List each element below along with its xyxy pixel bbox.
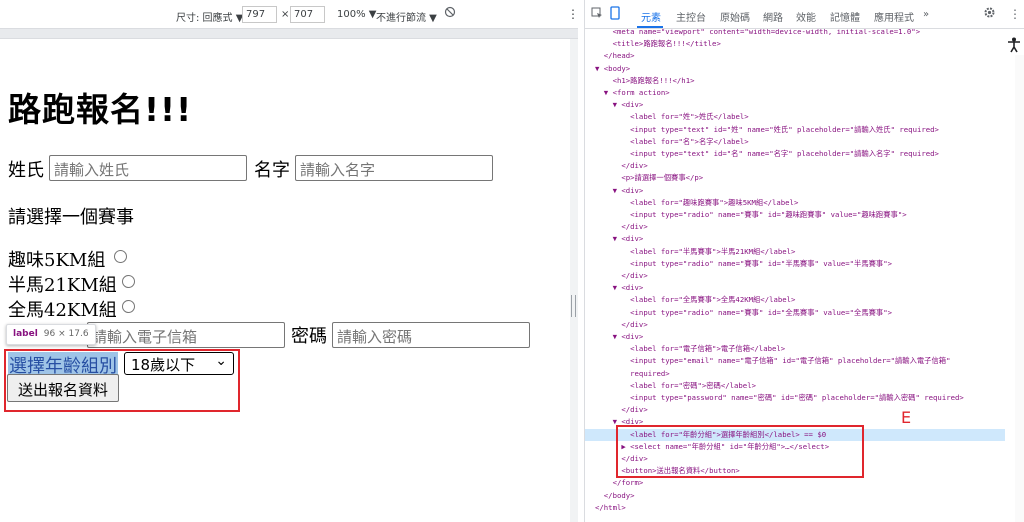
- tooltip-tag: label: [13, 329, 38, 339]
- dom-line[interactable]: <input type="text" id="姓" name="姓氏" plac…: [585, 124, 1005, 136]
- annotation-label: E: [901, 408, 912, 427]
- device-toggle-icon[interactable]: [609, 6, 621, 23]
- more-tabs-icon[interactable]: »: [923, 9, 929, 20]
- race-option-radio[interactable]: [114, 250, 127, 263]
- dom-line[interactable]: <input type="password" name="密碼" id="密碼"…: [585, 392, 1005, 404]
- dom-line[interactable]: <label for="電子信箱">電子信箱</label>: [585, 343, 1005, 355]
- race-option-label: 半馬21KM組: [8, 275, 117, 296]
- given-name-label: 名字: [254, 160, 290, 181]
- tab-application[interactable]: 應用程式: [874, 9, 914, 24]
- dom-line[interactable]: <label for="姓">姓氏</label>: [585, 111, 1005, 123]
- tab-performance[interactable]: 效能: [796, 9, 816, 24]
- device-emulation-pane: 尺寸: 回應式 ▼ 797 × 707 100% ▼ 不進行節流 ▼ ⋮ 路跑報…: [0, 0, 579, 522]
- given-name-input[interactable]: 請輸入名字: [295, 155, 493, 181]
- tab-sources[interactable]: 原始碼: [720, 9, 750, 24]
- rotate-icon[interactable]: [444, 6, 456, 21]
- dom-line[interactable]: ▼ <div>: [585, 99, 1005, 111]
- dom-line[interactable]: </div>: [585, 221, 1005, 233]
- dom-line[interactable]: <label for="全馬賽事">全馬42KM組</label>: [585, 294, 1005, 306]
- active-tab-indicator: [637, 26, 663, 28]
- inspect-tooltip: label 96 × 17.6: [6, 324, 96, 345]
- media-query-ruler: [0, 29, 578, 39]
- dom-line[interactable]: <label for="密碼">密碼</label>: [585, 380, 1005, 392]
- dom-line[interactable]: ▼ <body>: [585, 63, 1005, 75]
- dom-line[interactable]: <input type="radio" name="賽事" id="半馬賽事" …: [585, 258, 1005, 270]
- dom-line[interactable]: </div>: [585, 270, 1005, 282]
- accessibility-icon[interactable]: [1006, 37, 1022, 53]
- gear-icon[interactable]: [983, 6, 996, 22]
- dom-line[interactable]: <input type="text" id="名" name="名字" plac…: [585, 148, 1005, 160]
- zoom-dropdown[interactable]: 100% ▼: [337, 9, 376, 20]
- dom-line[interactable]: <meta name="viewport" content="width=dev…: [585, 29, 1005, 38]
- dom-line[interactable]: <p>請選擇一個賽事</p>: [585, 172, 1005, 184]
- dom-line[interactable]: <label for="趣味跑賽事">趣味5KM組</label>: [585, 197, 1005, 209]
- dom-line[interactable]: </div>: [585, 160, 1005, 172]
- width-input[interactable]: 797: [242, 6, 277, 23]
- dom-line[interactable]: </div>: [585, 404, 1005, 416]
- page-heading: 路跑報名!!!: [8, 90, 193, 129]
- dom-line[interactable]: ▼ <form action>: [585, 87, 1005, 99]
- race-option-label: 趣味5KM組: [8, 250, 106, 271]
- race-option-radio[interactable]: [122, 275, 135, 288]
- tab-console[interactable]: 主控台: [676, 9, 706, 24]
- surname-input[interactable]: 請輸入姓氏: [49, 155, 247, 181]
- dom-line[interactable]: </form>: [585, 477, 1005, 489]
- dom-line[interactable]: ▼ <div>: [585, 233, 1005, 245]
- dom-line[interactable]: <input type="email" name="電子信箱" id="電子信箱…: [585, 355, 1005, 367]
- tooltip-dimensions: 96 × 17.6: [43, 329, 89, 339]
- dom-line[interactable]: <input type="radio" name="賽事" id="全馬賽事" …: [585, 307, 1005, 319]
- email-input[interactable]: 請輸入電子信箱: [87, 322, 285, 348]
- height-input[interactable]: 707: [290, 6, 325, 23]
- dom-line[interactable]: <label for="半馬賽事">半馬21KM組</label>: [585, 246, 1005, 258]
- inspect-element-icon[interactable]: [591, 7, 603, 22]
- race-option-radio[interactable]: [122, 300, 135, 313]
- scrollbar[interactable]: [1015, 55, 1024, 522]
- tab-memory[interactable]: 記憶體: [830, 9, 860, 24]
- resize-handle[interactable]: [571, 295, 576, 317]
- password-input[interactable]: 請輸入密碼: [332, 322, 530, 348]
- throttle-dropdown[interactable]: 不進行節流 ▼: [376, 9, 437, 24]
- dom-line[interactable]: ▼ <div>: [585, 282, 1005, 294]
- dom-line[interactable]: </head>: [585, 50, 1005, 62]
- tab-elements[interactable]: 元素: [641, 9, 661, 24]
- dom-line[interactable]: <title>路跑報名!!!</title>: [585, 38, 1005, 50]
- password-label: 密碼: [291, 326, 327, 347]
- race-prompt: 請選擇一個賽事: [8, 207, 134, 228]
- page-viewport: 路跑報名!!! 姓氏 請輸入姓氏 名字 請輸入名字 請選擇一個賽事 趣味5KM組…: [0, 39, 570, 522]
- surname-label: 姓氏: [8, 160, 44, 181]
- dimensions-dropdown[interactable]: 尺寸: 回應式 ▼: [176, 9, 243, 24]
- highlight-box: [616, 425, 864, 478]
- devtools-menu-icon[interactable]: ⋮: [1009, 7, 1021, 21]
- times-sign: ×: [281, 9, 290, 20]
- device-toolbar: 尺寸: 回應式 ▼ 797 × 707 100% ▼ 不進行節流 ▼ ⋮: [0, 0, 579, 29]
- dom-line[interactable]: required>: [585, 368, 1005, 380]
- highlight-box: [4, 349, 240, 412]
- dom-line[interactable]: </div>: [585, 319, 1005, 331]
- devtools-tabbar: 元素 主控台 原始碼 網路 效能 記憶體 應用程式 » ⋮: [585, 0, 1024, 29]
- dom-line[interactable]: <h1>路跑報名!!!</h1>: [585, 75, 1005, 87]
- more-options-icon[interactable]: ⋮: [567, 7, 579, 21]
- tab-network[interactable]: 網路: [763, 9, 783, 24]
- dom-line[interactable]: <label for="名">名字</label>: [585, 136, 1005, 148]
- dom-line[interactable]: </body>: [585, 490, 1005, 502]
- dom-line[interactable]: ▼ <div>: [585, 331, 1005, 343]
- dom-line[interactable]: <input type="radio" name="賽事" id="趣味跑賽事"…: [585, 209, 1005, 221]
- race-option-label: 全馬42KM組: [8, 300, 117, 321]
- dom-line[interactable]: ▼ <div>: [585, 185, 1005, 197]
- dom-line[interactable]: </html>: [585, 502, 1005, 514]
